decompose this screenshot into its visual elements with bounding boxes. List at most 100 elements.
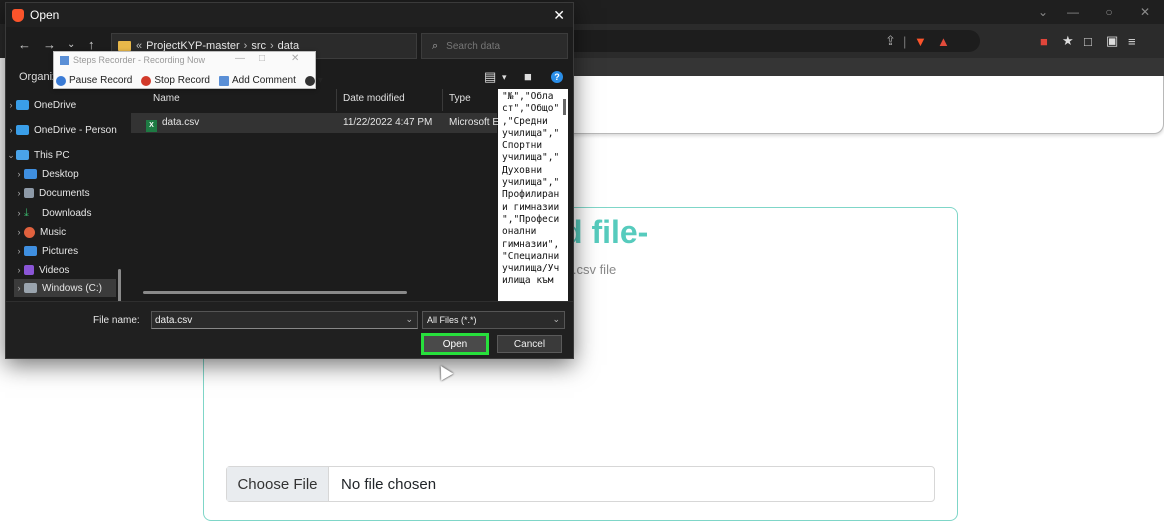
file-name-label: File name: bbox=[93, 315, 140, 326]
back-arrow-icon[interactable]: ← bbox=[18, 37, 31, 52]
column-header-date[interactable]: Date modified bbox=[343, 93, 405, 104]
nav-item-music[interactable]: › Music bbox=[14, 223, 66, 241]
help-icon[interactable]: ? bbox=[551, 71, 563, 83]
expand-chevron-icon[interactable]: › bbox=[6, 100, 16, 110]
folder-icon bbox=[118, 41, 131, 51]
downloads-folder-icon: ⤓ bbox=[24, 207, 29, 219]
search-icon: ⌕ bbox=[432, 39, 439, 52]
cloud-icon bbox=[16, 125, 29, 135]
column-header-name[interactable]: Name bbox=[153, 93, 180, 104]
stop-icon bbox=[141, 75, 152, 86]
view-options-chevron-icon[interactable]: ▾ bbox=[502, 72, 507, 83]
steps-recorder-title-bar: Steps Recorder - Recording Now bbox=[60, 55, 205, 65]
expand-chevron-icon[interactable]: › bbox=[14, 283, 24, 293]
nav-item-this-pc[interactable]: ⌄ This PC bbox=[6, 146, 69, 164]
file-name-value: data.csv bbox=[155, 314, 193, 326]
pause-record-label: Pause Record bbox=[69, 75, 133, 86]
wallet-icon[interactable]: ▣ bbox=[1106, 33, 1118, 49]
preview-scrollbar[interactable] bbox=[563, 99, 566, 115]
nav-item-label: Videos bbox=[39, 264, 70, 276]
file-name-text: data.csv bbox=[162, 117, 200, 128]
menu-icon[interactable]: ≡ bbox=[1128, 33, 1136, 49]
music-folder-icon bbox=[24, 226, 35, 238]
cancel-button[interactable]: Cancel bbox=[497, 335, 562, 353]
preview-pane: "№","Обла ст","Общо" ,"Средни училища","… bbox=[498, 89, 568, 301]
up-arrow-icon[interactable]: ↑ bbox=[88, 37, 95, 52]
close-icon[interactable]: ✕ bbox=[553, 7, 565, 24]
file-name-input[interactable]: data.csv ⌄ bbox=[151, 311, 418, 329]
nav-item-pictures[interactable]: › Pictures bbox=[14, 242, 79, 260]
table-row[interactable]: Xdata.csv 11/22/2022 4:47 PM Microsoft E bbox=[131, 113, 500, 133]
computer-icon bbox=[16, 150, 29, 160]
nav-item-documents[interactable]: › Documents bbox=[14, 184, 90, 202]
open-button[interactable]: Open bbox=[421, 333, 489, 355]
search-input[interactable]: ⌕ Search data bbox=[421, 33, 568, 59]
column-header-type[interactable]: Type bbox=[449, 93, 471, 104]
minimize-icon[interactable]: — bbox=[235, 53, 245, 64]
forward-arrow-icon[interactable]: → bbox=[43, 37, 56, 52]
change-view-icon[interactable]: ▤ bbox=[484, 69, 496, 85]
dialog-bottom-bar: File name: data.csv ⌄ All Files (*.*) ⌄ … bbox=[6, 301, 573, 358]
nav-item-label: Desktop bbox=[42, 168, 79, 180]
preview-pane-icon[interactable]: ■ bbox=[524, 69, 532, 84]
stop-record-button[interactable]: Stop Record bbox=[141, 75, 210, 86]
chevron-down-icon: ▾ bbox=[317, 75, 323, 86]
nav-item-desktop[interactable]: › Desktop bbox=[14, 165, 79, 183]
help-dropdown-button[interactable]: ▾ bbox=[304, 75, 323, 86]
choose-file-button[interactable]: Choose File bbox=[227, 467, 329, 501]
search-placeholder: Search data bbox=[446, 40, 501, 52]
bookmarks-strip bbox=[560, 58, 1164, 76]
recent-locations-chevron-icon[interactable]: ⌄ bbox=[67, 39, 75, 50]
extension-icon[interactable]: ■ bbox=[1040, 33, 1048, 49]
file-status-text: No file chosen bbox=[341, 475, 437, 493]
nav-item-windows-c[interactable]: › Windows (C:) bbox=[14, 279, 116, 297]
nav-item-onedrive[interactable]: › OneDrive bbox=[6, 96, 77, 114]
close-icon[interactable]: ✕ bbox=[291, 53, 299, 64]
expand-chevron-icon[interactable]: › bbox=[14, 188, 24, 198]
pause-record-button[interactable]: Pause Record bbox=[56, 75, 132, 86]
add-comment-button[interactable]: Add Comment bbox=[218, 75, 296, 86]
file-input[interactable]: Choose File No file chosen bbox=[226, 466, 935, 502]
collapse-chevron-icon[interactable]: ⌄ bbox=[6, 150, 16, 161]
nav-item-onedrive-personal[interactable]: › OneDrive - Person bbox=[6, 121, 117, 139]
expand-chevron-icon[interactable]: › bbox=[14, 246, 24, 256]
column-divider[interactable] bbox=[442, 89, 443, 111]
extensions-puzzle-icon[interactable]: ★ bbox=[1062, 33, 1074, 49]
maximize-icon[interactable]: □ bbox=[259, 53, 265, 64]
brave-rewards-icon[interactable]: ▲ bbox=[937, 33, 950, 49]
steps-recorder-window: Steps Recorder - Recording Now — □ ✕ Pau… bbox=[53, 51, 323, 89]
file-type-select[interactable]: All Files (*.*) ⌄ bbox=[422, 311, 565, 329]
documents-folder-icon bbox=[24, 188, 34, 198]
brave-shields-icon[interactable]: ▼ bbox=[914, 33, 927, 49]
expand-chevron-icon[interactable]: › bbox=[14, 169, 24, 179]
nav-item-videos[interactable]: › Videos bbox=[14, 261, 70, 279]
sidebar-icon[interactable]: □ bbox=[1084, 33, 1092, 49]
tab-list-icon[interactable]: ⌄ bbox=[1030, 0, 1056, 24]
close-window-icon[interactable]: ✕ bbox=[1132, 0, 1158, 24]
minimize-icon[interactable]: — bbox=[1060, 0, 1086, 24]
chevron-down-icon[interactable]: ⌄ bbox=[405, 314, 413, 325]
file-type-cell: Microsoft E bbox=[449, 117, 500, 128]
desktop-folder-icon bbox=[24, 169, 37, 179]
nav-item-label: Documents bbox=[39, 187, 90, 199]
nav-item-label: OneDrive bbox=[34, 99, 77, 111]
dialog-title: Open bbox=[30, 8, 60, 22]
nav-item-downloads[interactable]: › ⤓ Downloads bbox=[14, 204, 92, 222]
chevron-down-icon[interactable]: ⌄ bbox=[552, 314, 560, 325]
share-icon[interactable]: ⇪ bbox=[885, 33, 896, 49]
file-list: Name Date modified Type Xdata.csv 11/22/… bbox=[131, 89, 500, 299]
expand-chevron-icon[interactable]: › bbox=[14, 208, 24, 218]
expand-chevron-icon[interactable]: › bbox=[6, 125, 16, 135]
maximize-icon[interactable]: ○ bbox=[1096, 0, 1122, 24]
nav-item-label: Windows (C:) bbox=[42, 282, 103, 294]
column-divider[interactable] bbox=[336, 89, 337, 111]
drive-icon bbox=[24, 283, 37, 293]
nav-item-label: OneDrive - Person bbox=[34, 124, 117, 136]
expand-chevron-icon[interactable]: › bbox=[14, 265, 24, 275]
expand-chevron-icon[interactable]: › bbox=[14, 227, 24, 237]
upload-title: d file- bbox=[563, 214, 649, 250]
horizontal-scrollbar[interactable] bbox=[143, 291, 407, 294]
steps-recorder-title: Steps Recorder - Recording Now bbox=[73, 55, 206, 65]
page-header-card bbox=[520, 76, 1164, 134]
csv-file-icon: X bbox=[146, 120, 157, 132]
